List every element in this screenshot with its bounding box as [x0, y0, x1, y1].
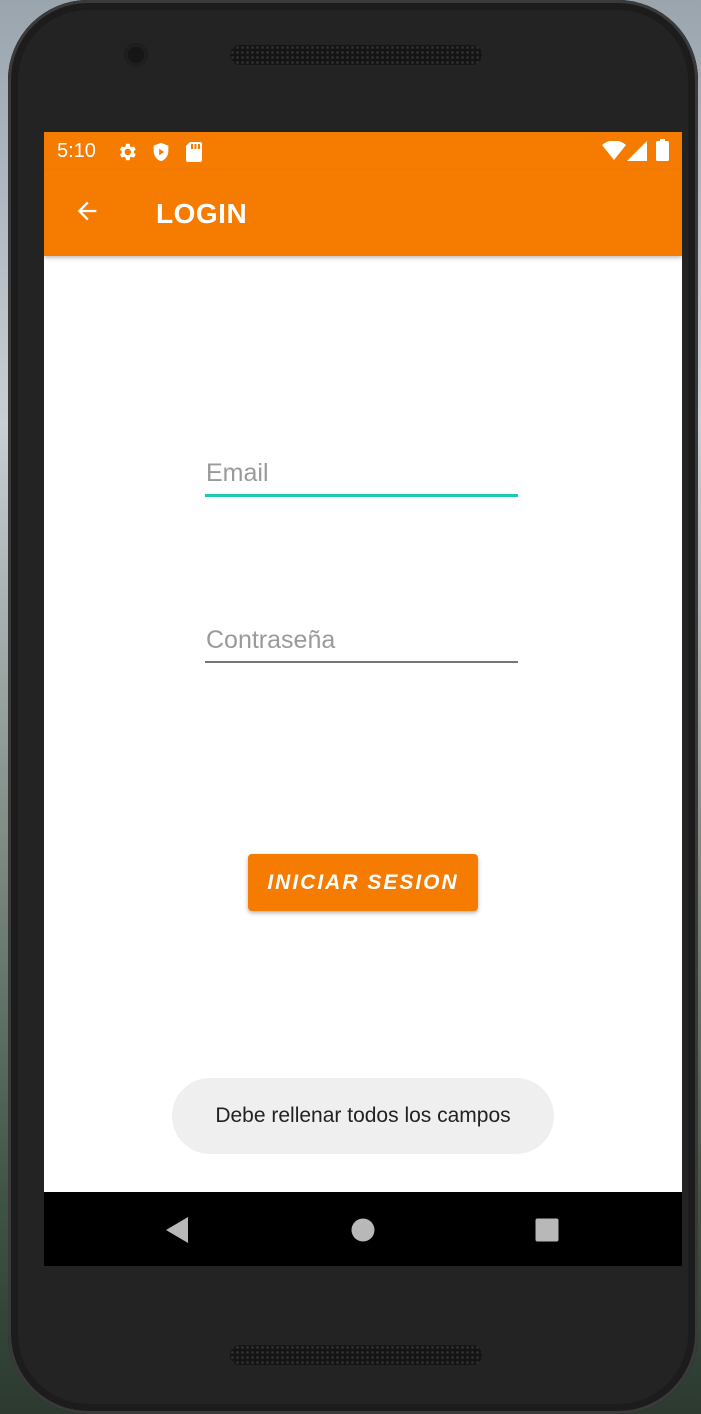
status-bar: 5:10 — [44, 132, 682, 170]
earpiece-speaker — [230, 45, 482, 65]
password-field[interactable] — [205, 626, 518, 663]
email-input[interactable] — [205, 459, 518, 494]
toast-message: Debe rellenar todos los campos — [172, 1078, 554, 1154]
login-button[interactable]: INICIAR SESION — [248, 854, 478, 911]
battery-icon — [656, 139, 669, 166]
back-triangle-icon[interactable] — [158, 1210, 198, 1250]
page-title: LOGIN — [156, 198, 248, 229]
status-time: 5:10 — [57, 140, 96, 162]
screen: 5:10 LOGIN Email INICIAR SESION Debe rel… — [44, 132, 682, 1266]
phone-frame: 5:10 LOGIN Email INICIAR SESION Debe rel… — [8, 0, 698, 1414]
home-circle-icon[interactable] — [343, 1210, 383, 1250]
email-underline — [205, 494, 518, 497]
cell-signal-icon — [627, 141, 647, 166]
bottom-speaker — [230, 1345, 482, 1365]
wifi-icon — [602, 140, 626, 166]
shield-play-icon — [150, 141, 172, 168]
gear-icon — [116, 141, 138, 168]
system-nav-bar — [44, 1192, 682, 1266]
front-camera — [124, 43, 148, 67]
app-bar: LOGIN — [44, 170, 682, 256]
password-underline — [205, 661, 518, 663]
toast-text: Debe rellenar todos los campos — [215, 1104, 511, 1127]
recents-square-icon[interactable] — [527, 1210, 567, 1250]
email-field[interactable] — [205, 459, 518, 497]
arrow-back-icon[interactable] — [66, 190, 108, 232]
password-input[interactable] — [205, 626, 518, 661]
sd-card-icon — [184, 141, 204, 168]
